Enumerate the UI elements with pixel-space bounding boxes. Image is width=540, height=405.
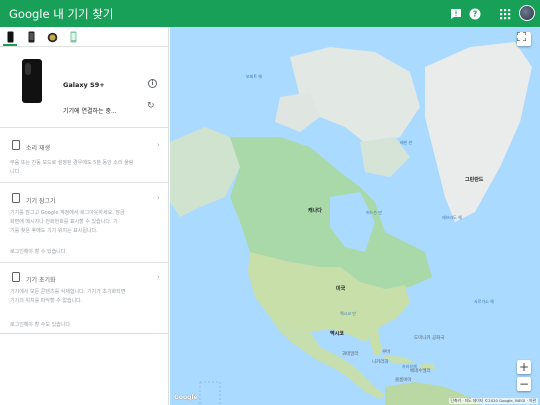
map-land [170, 42, 532, 405]
help-icon[interactable]: ? [468, 6, 482, 20]
feedback-icon[interactable] [449, 6, 463, 20]
device-tab-2[interactable] [26, 30, 36, 44]
top-app-bar: Google 내 기기 찾기 ? [0, 0, 540, 27]
zoom-in-button[interactable]: + [517, 360, 531, 374]
action-description: 무음 또는 진동 모드로 설정된 경우에도 5분 동안 소리 울림 [10, 160, 134, 166]
device-image [22, 59, 42, 103]
action-title: 기기 잠그기 [26, 198, 56, 205]
map-label-dominican: 도미니카 공화국 [414, 336, 445, 341]
action-description: 기기에서 모든 콘텐츠를 삭제합니다. 기기가 초기화되면 [10, 289, 126, 295]
apps-grid-icon[interactable] [498, 6, 512, 20]
device-tab-watch[interactable] [46, 30, 58, 44]
app-title: Google 내 기기 찾기 [9, 7, 114, 21]
watch-icon [47, 32, 57, 42]
fullscreen-icon [517, 32, 526, 41]
active-tab-indicator [3, 44, 17, 46]
phone-icon [7, 31, 13, 43]
map-label-gulf-of-mexico: 멕시코 만 [340, 311, 356, 316]
play-sound-action[interactable]: 소리 재생 › 무음 또는 진동 모드로 설정된 경우에도 5분 동안 소리 울… [0, 129, 168, 183]
map-label-caribbean: 카리브해 [402, 364, 417, 369]
map-label-usa: 미국 [336, 286, 346, 292]
device-tab-4[interactable] [68, 30, 78, 44]
phone-icon [28, 31, 34, 43]
action-note: 로그인해야 할 수도 있습니다. [10, 322, 72, 328]
map-attribution[interactable]: 단축키 · 지도 데이터 ©2020 Google, INEGI · 약관 [448, 398, 538, 404]
action-description-cont: 니다. [10, 169, 21, 175]
device-tab-galaxy-s9[interactable] [5, 30, 15, 44]
map-label-greenland: 그린란드 [465, 177, 484, 183]
chevron-right-icon: › [157, 273, 160, 281]
map-view[interactable]: 그린란드 캐나다 미국 멕시코 쿠바 과테말라 니카라과 도미니카 공화국 베네… [170, 27, 540, 405]
map-label-mexico: 멕시코 [330, 331, 344, 337]
device-card: Galaxy S9+ i 기기에 연결하는 중... ↻ [0, 48, 168, 128]
phone-icon [70, 31, 76, 43]
map-label-canada: 캐나다 [308, 208, 322, 214]
device-name: Galaxy S9+ [63, 81, 105, 89]
action-description-cont: 화면에 메시지나 전화번호를 표시할 수 있습니다. 기 [10, 219, 118, 225]
sidebar: Galaxy S9+ i 기기에 연결하는 중... ↻ 소리 재생 › 무음 … [0, 27, 169, 405]
map-label-sargasso: 사르가소 해 [474, 299, 494, 304]
device-status: 기기에 연결하는 중... [63, 108, 117, 115]
lock-icon [12, 193, 20, 203]
map-label-guatemala: 과테말라 [342, 352, 359, 357]
action-title: 기기 초기화 [26, 277, 56, 284]
erase-phone-icon [12, 272, 20, 282]
google-logo: Google [174, 394, 198, 401]
action-description: 기기를 잠그고 Google 계정에서 로그아웃하세요. 잠금 [10, 210, 125, 216]
device-tabs [0, 27, 168, 47]
svg-text:?: ? [473, 10, 477, 19]
chevron-right-icon: › [157, 194, 160, 202]
info-icon[interactable]: i [148, 79, 157, 88]
map-label-cuba: 쿠바 [382, 350, 391, 355]
map-label-hudson-bay: 허드슨 만 [366, 210, 382, 215]
action-description-cont2: 기를 찾은 후에도 기기 위치는 표시됩니다. [10, 228, 98, 234]
chevron-right-icon: › [157, 141, 160, 149]
refresh-icon[interactable]: ↻ [147, 101, 155, 111]
action-title: 소리 재생 [26, 145, 50, 152]
action-description-cont: 기기의 위치를 파악할 수 없습니다. [10, 298, 83, 304]
map-label-labrador-sea: 래브라도 해 [442, 215, 462, 220]
zoom-out-button[interactable]: − [517, 377, 531, 391]
erase-device-action[interactable]: 기기 초기화 › 기기에서 모든 콘텐츠를 삭제합니다. 기기가 초기화되면 기… [0, 264, 168, 334]
phone-ring-icon [12, 140, 20, 150]
fullscreen-button[interactable] [517, 32, 531, 46]
map-label-colombia: 콜롬비아 [395, 378, 412, 383]
map-label-baffin-bay: 배핀 만 [400, 140, 413, 145]
action-note: 로그인해야 할 수 있습니다. [10, 249, 67, 255]
map-label-beaufort-sea: 보퍼트 해 [246, 74, 262, 79]
map-label-nicaragua: 니카라과 [372, 360, 389, 365]
account-avatar[interactable] [519, 5, 535, 21]
lock-device-action[interactable]: 기기 잠그기 › 기기를 잠그고 Google 계정에서 로그아웃하세요. 잠금… [0, 184, 168, 263]
